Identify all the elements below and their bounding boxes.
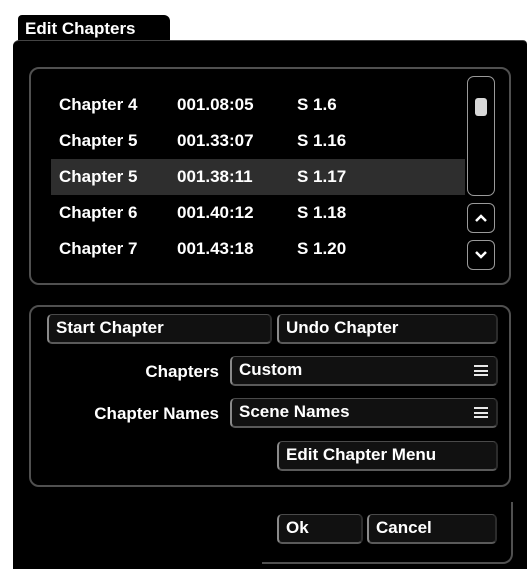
list-item[interactable]: Chapter 7 001.43:18 S 1.20 (51, 231, 465, 267)
chapter-time: 001.43:18 (177, 239, 254, 258)
chapter-time: 001.08:05 (177, 95, 254, 114)
chapter-scene: S 1.18 (297, 203, 347, 222)
scrollbar-track[interactable] (467, 76, 495, 196)
list-item[interactable]: Chapter 5 001.33:07 S 1.16 (51, 123, 465, 159)
cancel-button[interactable]: Cancel (367, 514, 497, 544)
scrollbar-thumb[interactable] (475, 98, 487, 116)
chapter-scene: S 1.6 (297, 95, 337, 114)
chapter-name: Chapter 5 (59, 131, 138, 150)
chapter-list[interactable]: Chapter 4 001.08:05 S 1.6 Chapter 5 001.… (51, 87, 465, 267)
dialog-tab-title: Edit Chapters (18, 15, 170, 43)
list-item[interactable]: Chapter 6 001.40:12 S 1.18 (51, 195, 465, 231)
chevron-up-icon (475, 214, 487, 222)
chapter-name: Chapter 7 (59, 239, 138, 258)
chapter-names-value: Scene Names (239, 402, 350, 421)
start-chapter-button[interactable]: Start Chapter (47, 314, 272, 344)
edit-chapter-menu-button[interactable]: Edit Chapter Menu (277, 441, 498, 471)
chapters-label: Chapters (145, 362, 219, 381)
ok-button[interactable]: Ok (277, 514, 363, 544)
chapter-name: Chapter 4 (59, 95, 138, 114)
chapter-time: 001.33:07 (177, 131, 254, 150)
chapter-time: 001.40:12 (177, 203, 254, 222)
scroll-up-button[interactable] (467, 203, 495, 233)
scroll-down-button[interactable] (467, 240, 495, 270)
chapter-name: Chapter 6 (59, 203, 138, 222)
chapter-names-dropdown[interactable]: Scene Names (230, 398, 498, 428)
chapter-scene: S 1.20 (297, 239, 347, 258)
chevron-down-icon (475, 251, 487, 259)
chapters-dropdown[interactable]: Custom (230, 356, 498, 386)
list-item-selected[interactable]: Chapter 5 001.38:11 S 1.17 (51, 159, 465, 195)
list-item[interactable]: Chapter 4 001.08:05 S 1.6 (51, 87, 465, 123)
menu-icon (474, 365, 488, 376)
menu-icon (474, 407, 488, 418)
chapter-names-label: Chapter Names (94, 404, 219, 423)
chapter-time: 001.38:11 (177, 167, 253, 186)
chapter-scene: S 1.17 (297, 167, 347, 186)
chapter-scene: S 1.16 (297, 131, 347, 150)
chapter-name: Chapter 5 (59, 167, 138, 186)
undo-chapter-button[interactable]: Undo Chapter (277, 314, 498, 344)
chapters-value: Custom (239, 360, 303, 379)
